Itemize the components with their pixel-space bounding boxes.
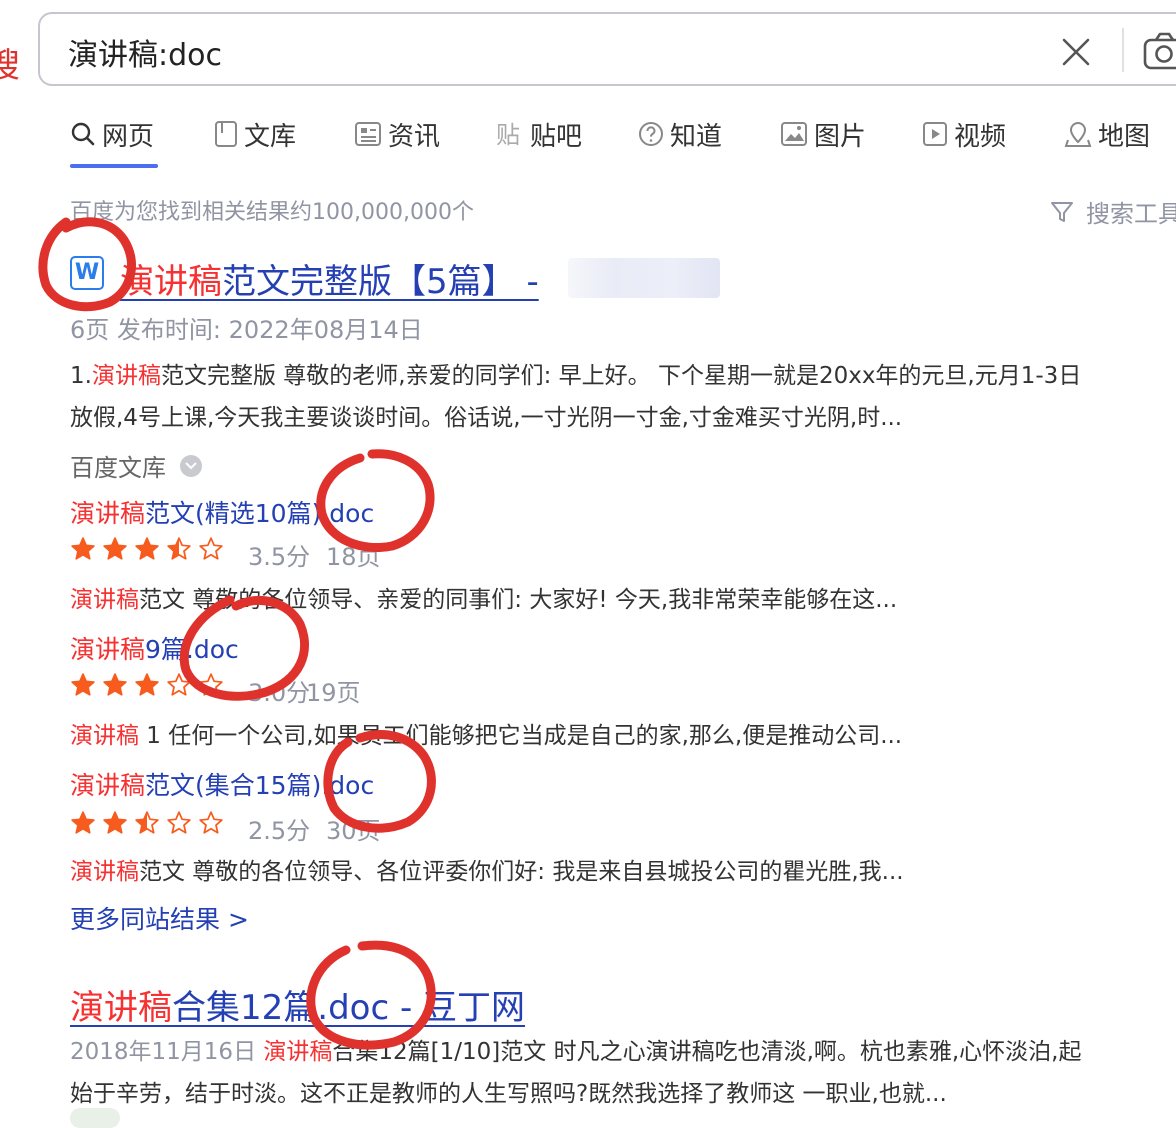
result-title[interactable]: 演讲稿合集12篇.doc - 豆丁网	[70, 980, 525, 1029]
sub-result-title[interactable]: 演讲稿范文(精选10篇).doc	[70, 494, 374, 530]
question-icon	[639, 122, 663, 146]
star-icon	[135, 811, 159, 834]
star-icon	[71, 811, 95, 834]
tab-label: 地图	[1098, 121, 1151, 152]
sub-result-title[interactable]: 演讲稿范文(集合15篇).doc	[70, 766, 374, 802]
star-icon	[199, 673, 223, 696]
rating-score: 3.0分	[248, 679, 311, 707]
result-meta: 6页 发布时间: 2022年08月14日	[70, 316, 423, 344]
sub-result-snippet: 演讲稿范文 尊敬的各位领导、亲爱的同事们: 大家好! 今天,我非常荣幸能够在这.…	[70, 587, 898, 613]
page-count: 30页	[326, 817, 381, 845]
tab-label: 网页	[102, 121, 155, 152]
camera-icon[interactable]	[1142, 31, 1176, 71]
result-snippet-line1: 2018年11月16日 演讲稿合集12篇[1/10]范文 时凡之心演讲稿吃也清淡…	[70, 1039, 1082, 1065]
tab-news[interactable]: 资讯	[354, 114, 440, 154]
star-icon	[103, 811, 127, 834]
partial-thumbnail	[70, 1108, 120, 1128]
star-icon	[199, 811, 223, 834]
page-count: 18页	[326, 543, 381, 571]
tab-label: 贴吧	[530, 121, 583, 152]
star-icon	[71, 537, 95, 560]
star-icon	[135, 673, 159, 696]
filter-icon	[1051, 201, 1073, 222]
chevron-down-icon	[180, 454, 202, 477]
star-rating	[70, 810, 224, 836]
result-snippet-line1: 1.演讲稿范文完整版 尊敬的老师,亲爱的同学们: 早上好。 下个星期一就是20x…	[70, 363, 1082, 389]
library-icon	[215, 121, 237, 147]
star-icon	[135, 537, 159, 560]
search-divider	[1122, 28, 1124, 72]
search-icon	[71, 122, 95, 146]
tab-images[interactable]: 图片	[780, 114, 866, 154]
active-tab-indicator	[70, 164, 158, 168]
star-icon	[103, 673, 127, 696]
sub-result-snippet: 演讲稿 1 任何一个公司,如果员工们能够把它当成是自己的家,那么,便是推动公司.…	[70, 723, 903, 749]
rating-score: 3.5分	[248, 543, 311, 571]
video-icon	[923, 122, 947, 146]
star-icon	[167, 673, 191, 696]
close-icon[interactable]	[1058, 34, 1094, 70]
news-icon	[355, 122, 381, 146]
redacted-site-name	[568, 258, 720, 298]
source-name[interactable]: 百度文库	[70, 448, 202, 483]
rating-score: 2.5分	[248, 817, 311, 845]
result-snippet-line2: 始于辛劳，结于时淡。这不正是教师的人生写照吗?既然我选择了教师这 一职业,也就.…	[70, 1081, 947, 1107]
result-date: 2018年11月16日	[70, 1039, 257, 1065]
tab-label: 文库	[244, 121, 297, 152]
page-count: 19页	[306, 679, 361, 707]
sub-result-snippet: 演讲稿范文 尊敬的各位领导、各位评委你们好: 我是来自县城投公司的瞿光胜,我..…	[70, 859, 904, 885]
edge-glyph: 搜	[0, 46, 20, 86]
search-input[interactable]	[68, 32, 968, 72]
tab-video[interactable]: 视频	[922, 114, 1006, 154]
tab-label: 图片	[814, 121, 867, 152]
sub-result-title[interactable]: 演讲稿9篇.doc	[70, 630, 239, 666]
star-icon	[167, 811, 191, 834]
svg-text:贴: 贴	[496, 121, 520, 148]
result-title[interactable]: 演讲稿范文完整版【5篇】 -	[120, 254, 539, 303]
search-tools-label: 搜索工具	[1086, 200, 1176, 228]
image-icon	[781, 122, 807, 146]
tab-tieba[interactable]: 贴 贴吧	[496, 114, 582, 154]
result-snippet-line2: 放假,4号上课,今天我主要谈谈时间。俗话说,一寸光阴一寸金,寸金难买寸光阴,时.…	[70, 405, 903, 431]
more-site-results-link[interactable]: 更多同站结果 >	[70, 900, 249, 936]
star-rating	[70, 672, 224, 698]
tieba-icon: 贴	[496, 121, 520, 148]
star-icon	[103, 537, 127, 560]
tab-webpage[interactable]: 网页	[70, 114, 154, 154]
tab-label: 知道	[670, 121, 723, 152]
title-highlight: 演讲稿	[120, 262, 222, 302]
star-icon	[167, 537, 191, 560]
map-icon	[1064, 121, 1092, 147]
word-doc-icon: W	[70, 256, 104, 290]
tab-map[interactable]: 地图	[1064, 114, 1150, 154]
search-box	[38, 12, 1176, 86]
tab-label: 视频	[954, 121, 1007, 152]
tab-library[interactable]: 文库	[214, 114, 296, 154]
star-icon	[199, 537, 223, 560]
star-icon	[71, 673, 95, 696]
tab-label: 资讯	[388, 121, 441, 152]
result-count: 百度为您找到相关结果约100,000,000个	[70, 200, 474, 225]
star-rating	[70, 536, 224, 562]
tab-zhidao[interactable]: 知道	[638, 114, 722, 154]
title-text: 范文完整版【5篇】 -	[222, 262, 539, 302]
search-tools-button[interactable]: 搜索工具	[1050, 194, 1176, 229]
